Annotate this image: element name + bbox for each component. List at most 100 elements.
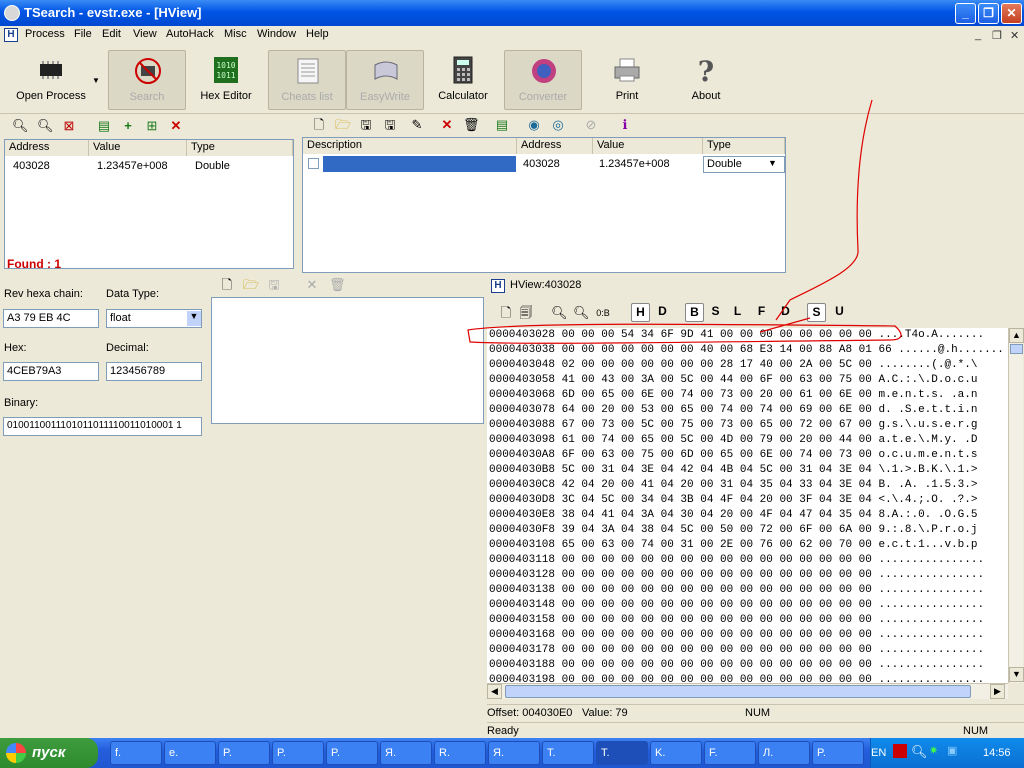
menu-autohack[interactable]: AutoHack	[166, 28, 214, 40]
hex-line[interactable]: 00004030C8 42 04 20 00 41 04 20 00 31 04…	[489, 478, 977, 493]
hex-line[interactable]: 0000403108 65 00 63 00 74 00 31 00 2E 00…	[489, 538, 977, 553]
hex-line[interactable]: 0000403038 00 00 00 00 00 00 00 40 00 68…	[489, 343, 1004, 358]
hex-editor-button[interactable]: 1010 1011 Hex Editor	[187, 50, 265, 110]
converter-button[interactable]: Converter	[504, 50, 582, 110]
taskbar-button[interactable]: f.	[110, 741, 162, 765]
taskbar-button[interactable]: P.	[326, 741, 378, 765]
add-icon[interactable]: +	[121, 119, 135, 133]
edit-icon[interactable]: ✎	[410, 118, 424, 132]
col-description[interactable]: Description	[303, 138, 517, 154]
hview-titlebar[interactable]: H HView:403028	[488, 277, 1024, 295]
menu-edit[interactable]: Edit	[102, 28, 121, 40]
remove-icon[interactable]: ✕	[440, 118, 454, 132]
delete-icon[interactable]: ✕	[169, 119, 183, 133]
hex-horizontal-scrollbar[interactable]: ◀ ▶	[487, 683, 1008, 699]
cheats-table[interactable]: Description Address Value Type 403028 1.…	[302, 137, 786, 273]
trash-icon[interactable]: 🗑︎	[463, 118, 480, 132]
hex-line[interactable]: 0000403168 00 00 00 00 00 00 00 00 00 00…	[489, 628, 984, 643]
taskbar-button[interactable]: Я.	[380, 741, 432, 765]
open-process-button[interactable]: Open Process	[12, 50, 90, 110]
hex-line[interactable]: 0000403098 61 00 74 00 65 00 5C 00 4D 00…	[489, 433, 977, 448]
mode-long-button[interactable]: L	[728, 303, 747, 322]
col-cheat-value[interactable]: Value	[593, 138, 703, 154]
calculator-button[interactable]: Calculator	[424, 50, 502, 110]
open-note-icon[interactable]: 🗁︎	[243, 278, 259, 292]
hex-line[interactable]: 0000403118 00 00 00 00 00 00 00 00 00 00…	[489, 553, 984, 568]
hex-line[interactable]: 00004030E8 38 04 41 04 3A 04 30 04 20 00…	[489, 508, 977, 523]
taskbar-button[interactable]: P.	[218, 741, 270, 765]
mode-dec-button[interactable]: D	[653, 303, 672, 322]
cheat-description[interactable]	[323, 156, 516, 172]
mode-short-button[interactable]: S	[706, 303, 725, 322]
search-button[interactable]: Search	[108, 50, 186, 110]
language-indicator[interactable]: EN	[871, 747, 886, 759]
minimize-button[interactable]: _	[955, 3, 976, 24]
hex-view[interactable]: 0000403028 00 00 00 54 34 6F 9D 41 00 00…	[487, 328, 1010, 683]
scroll-down-icon[interactable]: ▼	[1009, 667, 1024, 682]
hex-line[interactable]: 00004030F8 39 04 3A 04 38 04 5C 00 50 00…	[489, 523, 977, 538]
scroll-left-icon[interactable]: ◀	[487, 684, 502, 699]
antivirus-icon[interactable]	[893, 744, 907, 758]
hex-line[interactable]: 0000403058 41 00 43 00 3A 00 5C 00 44 00…	[489, 373, 977, 388]
search-next-icon[interactable]: 🔍︎	[37, 119, 54, 133]
scroll-right-icon[interactable]: ▶	[990, 684, 1005, 699]
open-folder-icon[interactable]: 🗁︎	[335, 118, 351, 132]
col-type[interactable]: Type	[187, 140, 293, 156]
hex-line[interactable]: 0000403158 00 00 00 00 00 00 00 00 00 00…	[489, 613, 984, 628]
result-address[interactable]: 403028	[9, 158, 54, 174]
hex-line[interactable]: 00004030A8 6F 00 63 00 75 00 6D 00 65 00…	[489, 448, 977, 463]
cheat-checkbox[interactable]	[308, 158, 319, 169]
col-address[interactable]: Address	[5, 140, 89, 156]
new-file-icon[interactable]: 🗋︎	[312, 118, 326, 132]
mdi-minimize-button[interactable]: _	[975, 29, 981, 41]
info-icon[interactable]: ℹ	[618, 118, 632, 132]
hex-line[interactable]: 0000403068 6D 00 65 00 6E 00 74 00 73 00…	[489, 388, 977, 403]
mode-hex-button[interactable]: H	[631, 303, 650, 322]
restore-button[interactable]: ❐	[978, 3, 999, 24]
menu-misc[interactable]: Misc	[224, 28, 247, 40]
hex-line[interactable]: 0000403128 00 00 00 00 00 00 00 00 00 00…	[489, 568, 984, 583]
unfreeze-icon[interactable]: ◎	[551, 118, 565, 132]
taskbar-button[interactable]: P.	[272, 741, 324, 765]
hscroll-thumb[interactable]	[505, 685, 971, 698]
scroll-up-icon[interactable]: ▲	[1009, 328, 1024, 343]
col-cheat-address[interactable]: Address	[517, 138, 593, 154]
result-value[interactable]: 1.23457e+008	[93, 158, 172, 174]
display-icon[interactable]: ▣	[947, 744, 957, 757]
hex-line[interactable]: 0000403028 00 00 00 54 34 6F 9D 41 00 00…	[489, 328, 984, 343]
search-icon[interactable]: 🔍︎	[12, 119, 29, 133]
col-value[interactable]: Value	[89, 140, 187, 156]
chevron-down-icon[interactable]: ▼	[768, 158, 777, 168]
close-button[interactable]: ✕	[1001, 3, 1022, 24]
taskbar-button[interactable]: F.	[704, 741, 756, 765]
search-tray-icon[interactable]: 🔍︎	[911, 744, 928, 760]
mode-double-button[interactable]: D	[776, 303, 795, 322]
data-type-select[interactable]: float ▼	[106, 309, 202, 328]
mode-byte-button[interactable]: B	[685, 303, 704, 322]
taskbar-button[interactable]: Л.	[758, 741, 810, 765]
title-bar[interactable]: TSearch - evstr.exe - [HView] _ ❐ ✕	[0, 0, 1024, 26]
freeze-icon[interactable]: ◉	[527, 118, 541, 132]
notes-area[interactable]	[211, 297, 484, 424]
goto-icon[interactable]: 0:B	[596, 306, 610, 320]
scroll-thumb[interactable]	[1010, 344, 1023, 354]
mode-unsigned-button[interactable]: U	[830, 303, 849, 322]
about-button[interactable]: ? About	[667, 50, 745, 110]
menu-file[interactable]: File	[74, 28, 92, 40]
cheats-list-button[interactable]: Cheats list	[268, 50, 346, 110]
menu-view[interactable]: View	[133, 28, 157, 40]
copy-icon[interactable]: 🗋︎	[499, 306, 513, 320]
hex-line[interactable]: 0000403148 00 00 00 00 00 00 00 00 00 00…	[489, 598, 984, 613]
hex-line[interactable]: 0000403188 00 00 00 00 00 00 00 00 00 00…	[489, 658, 984, 673]
save-icon[interactable]: 🖫︎	[359, 118, 373, 132]
paste-icon[interactable]: 🗐︎	[519, 306, 533, 320]
taskbar-button[interactable]: T.	[542, 741, 594, 765]
clear-search-icon[interactable]: ⊠	[62, 119, 76, 133]
menu-help[interactable]: Help	[306, 28, 329, 40]
menu-window[interactable]: Window	[257, 28, 296, 40]
results-table[interactable]: Address Value Type 403028 1.23457e+008 D…	[4, 139, 294, 269]
hex-line[interactable]: 0000403198 00 00 00 00 00 00 00 00 00 00…	[489, 673, 984, 683]
hex-line[interactable]: 0000403088 67 00 73 00 5C 00 75 00 73 00…	[489, 418, 977, 433]
chevron-down-icon[interactable]: ▼	[187, 311, 201, 326]
binary-field[interactable]: 0100110011101011011110011010001 1	[3, 417, 202, 436]
